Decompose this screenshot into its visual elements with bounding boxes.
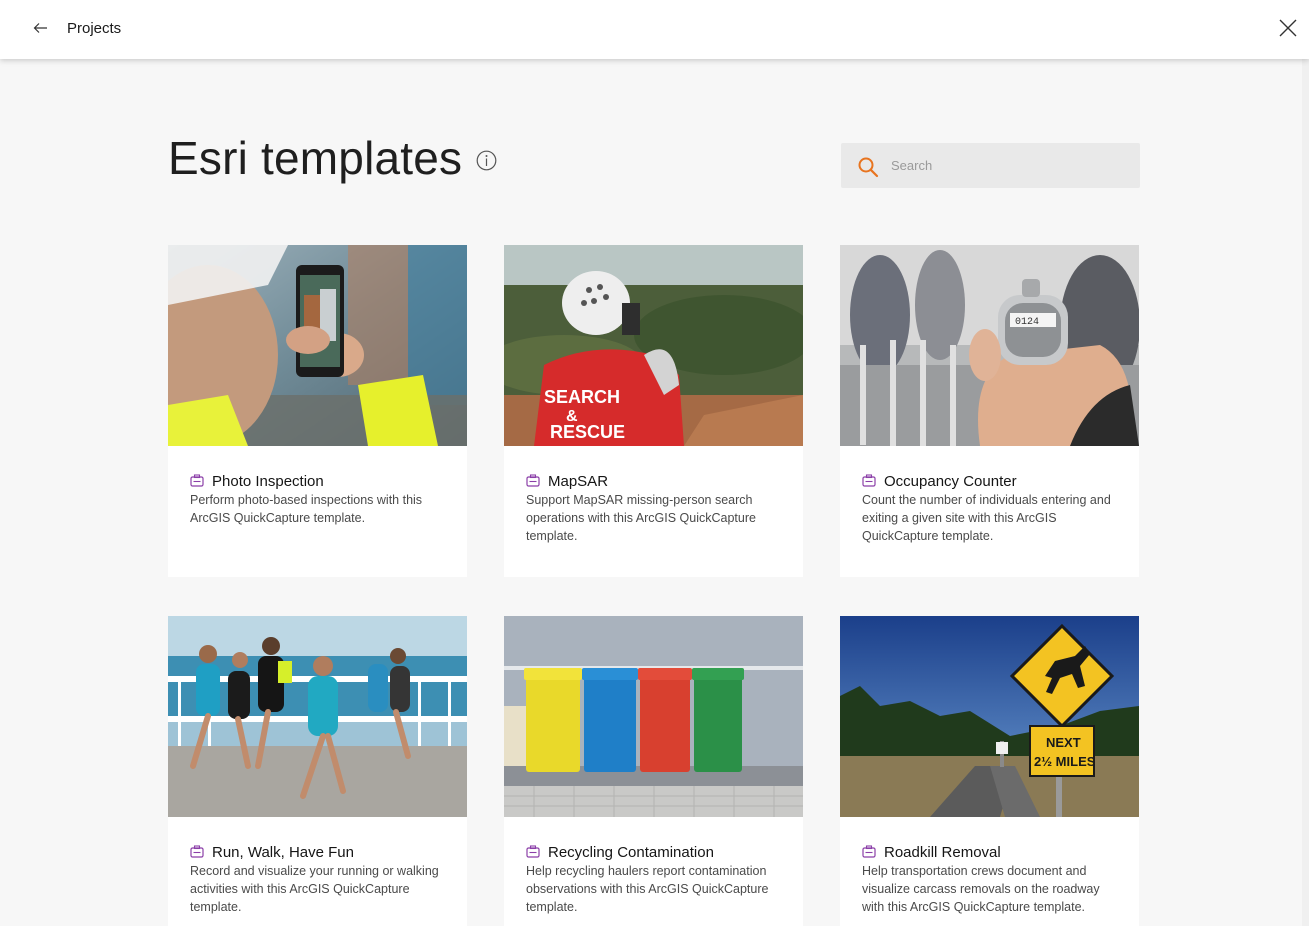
card-image-text: 0124	[1015, 317, 1039, 328]
close-icon	[1279, 19, 1297, 37]
card-title: Run, Walk, Have Fun	[212, 843, 354, 861]
back-button[interactable]	[28, 15, 54, 41]
svg-text:RESCUE: RESCUE	[550, 422, 625, 442]
top-bar: Projects	[0, 0, 1309, 59]
card-thumbnail	[504, 616, 803, 817]
svg-text:2½ MILES: 2½ MILES	[1034, 754, 1096, 769]
card-thumbnail	[168, 245, 467, 446]
template-card-recycling-contamination[interactable]: Recycling Contamination Help recycling h…	[504, 616, 803, 926]
search-icon	[858, 157, 879, 178]
template-card-mapsar[interactable]: SEARCH & RESCUE MapSAR Support MapSAR mi…	[504, 245, 803, 577]
template-card-roadkill-removal[interactable]: NEXT 2½ MILES Roadkill Removal Help tran…	[840, 616, 1139, 926]
page-title: Esri templates	[168, 132, 463, 184]
template-card-run-walk-have-fun[interactable]: Run, Walk, Have Fun Record and visualize…	[168, 616, 467, 926]
scrollbar[interactable]	[1302, 59, 1309, 926]
info-icon	[476, 150, 497, 171]
card-description: Record and visualize your running or wal…	[190, 864, 439, 914]
card-thumbnail: NEXT 2½ MILES	[840, 616, 1139, 817]
card-title: MapSAR	[548, 472, 609, 490]
topbar-title: Projects	[67, 20, 122, 37]
close-button[interactable]	[1274, 14, 1302, 42]
card-description: Support MapSAR missing-person search ope…	[526, 493, 756, 543]
card-image-text: SEARCH	[544, 387, 620, 407]
quickcapture-template-icon	[526, 474, 540, 487]
quickcapture-template-icon	[190, 474, 204, 487]
quickcapture-template-icon	[862, 474, 876, 487]
card-description: Perform photo-based inspections with thi…	[190, 493, 423, 525]
info-button[interactable]	[476, 150, 497, 171]
card-title: Roadkill Removal	[884, 843, 1001, 861]
quickcapture-template-icon	[190, 845, 204, 858]
arrow-left-icon	[33, 23, 47, 33]
card-title: Recycling Contamination	[548, 843, 714, 861]
card-description: Help recycling haulers report contaminat…	[526, 864, 769, 914]
card-thumbnail: 0124	[840, 245, 1139, 446]
card-thumbnail: SEARCH & RESCUE	[504, 245, 803, 446]
search-input[interactable]	[891, 143, 1131, 188]
search-box[interactable]	[841, 143, 1140, 188]
card-description: Help transportation crews document and v…	[862, 864, 1100, 914]
card-title: Occupancy Counter	[884, 472, 1017, 490]
card-image-text: NEXT	[1046, 735, 1081, 750]
card-thumbnail	[168, 616, 467, 817]
template-card-photo-inspection[interactable]: Photo Inspection Perform photo-based ins…	[168, 245, 467, 577]
card-description: Count the number of individuals entering…	[862, 493, 1111, 543]
template-card-occupancy-counter[interactable]: 0124 Occupancy Counter Count the number …	[840, 245, 1139, 577]
quickcapture-template-icon	[526, 845, 540, 858]
quickcapture-template-icon	[862, 845, 876, 858]
card-title: Photo Inspection	[212, 472, 324, 490]
